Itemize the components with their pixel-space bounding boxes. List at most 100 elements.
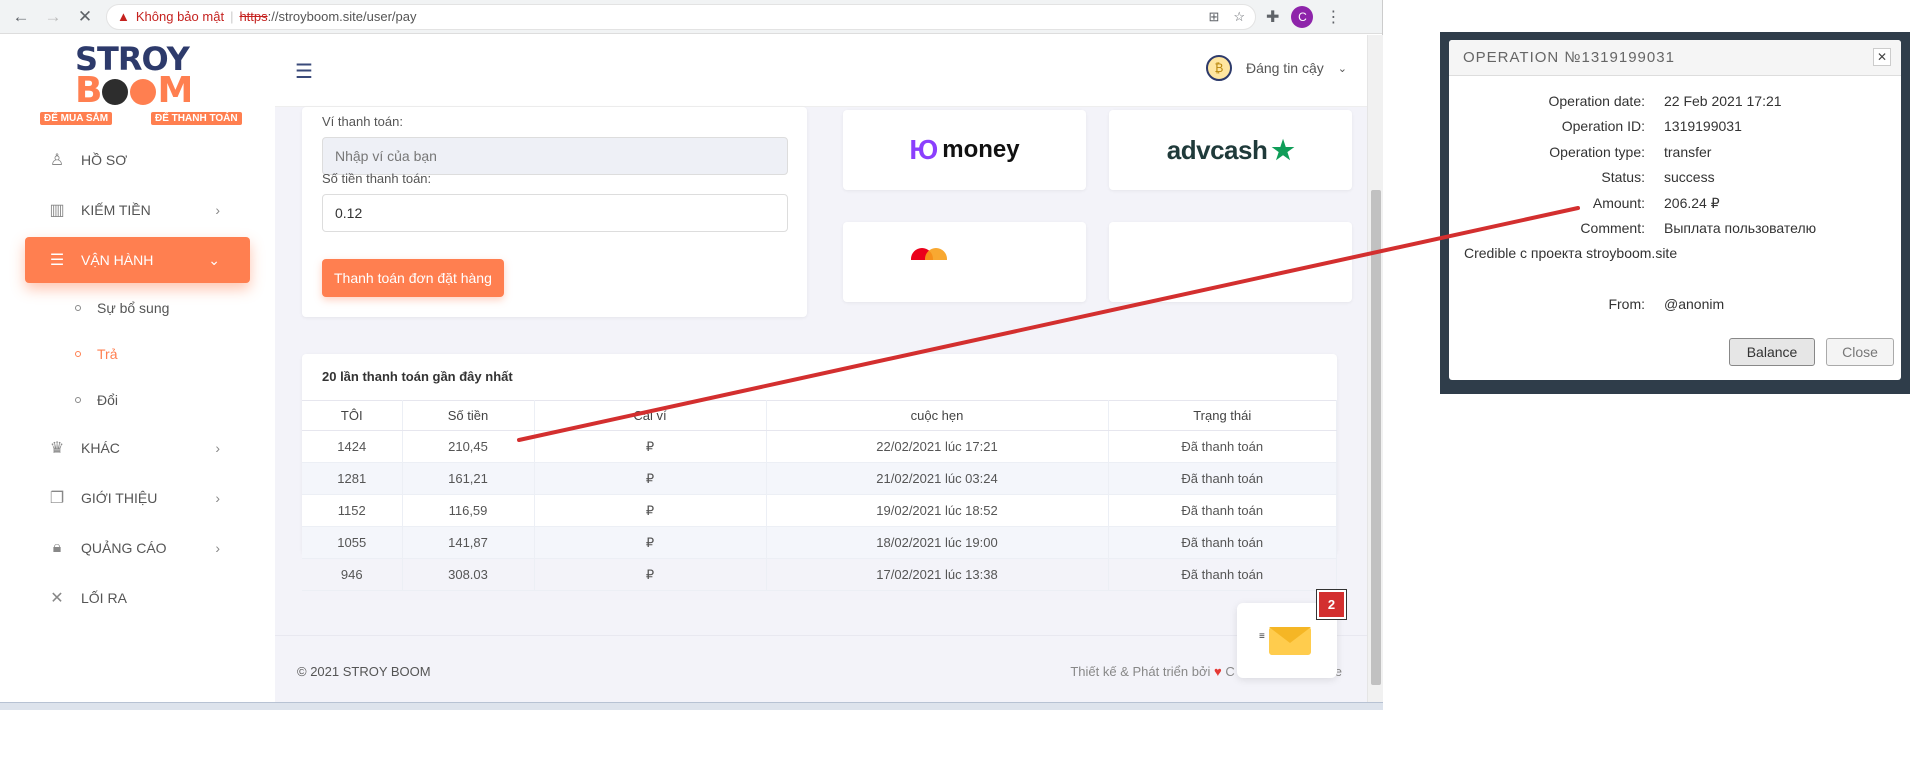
table-row: 946 308.03 ₽ 17/02/2021 lúc 13:38 Đã tha…	[302, 558, 1337, 591]
chevron-right-icon: ›	[215, 440, 220, 456]
cell-amount: 161,21	[402, 462, 535, 495]
sidebar-item-label: VẬN HÀNH	[81, 252, 154, 268]
address-actions: ⊞ ☆	[1208, 9, 1245, 25]
yoomoney-mark: Ю	[909, 134, 938, 165]
chart-icon: ▥	[49, 202, 65, 219]
cell-status: Đã thanh toán	[1108, 558, 1337, 591]
amount-input[interactable]: 0.12	[322, 194, 788, 232]
close-button[interactable]: Close	[1826, 338, 1894, 366]
dialog-close-icon[interactable]: ✕	[1873, 48, 1891, 66]
wallet-label: Ví thanh toán:	[322, 114, 403, 129]
scrollbar-thumb[interactable]	[1371, 190, 1381, 685]
page-scrollbar[interactable]	[1367, 35, 1383, 703]
bullet-icon	[75, 397, 81, 403]
crown-icon: ♛	[49, 440, 65, 457]
insecure-label: Không bảo mật	[135, 9, 225, 24]
hamburger-menu-icon[interactable]: ☰	[295, 59, 313, 84]
cell-date: 17/02/2021 lúc 13:38	[766, 558, 1109, 591]
cell-id: 1152	[302, 494, 403, 527]
table-row: 1055 141,87 ₽ 18/02/2021 lúc 19:00 Đã th…	[302, 526, 1337, 559]
payment-method-empty[interactable]	[1109, 222, 1352, 302]
sidebar-item-label: KHÁC	[81, 440, 120, 456]
footer-copyright: © 2021 STROY BOOM	[297, 664, 431, 679]
cell-date: 18/02/2021 lúc 19:00	[766, 526, 1109, 559]
sidebar-item-referral[interactable]: ❐ GIỚI THIỆU ›	[25, 473, 250, 523]
column-header-wallet: Cái ví	[534, 400, 767, 431]
logo-tag-payment: ĐỂ THANH TOÁN	[151, 112, 242, 125]
mastercard-icon	[911, 248, 951, 260]
column-header-id: TÔI	[302, 400, 403, 431]
sidebar-item-ads[interactable]: 🔒︎ QUẢNG CÁO ›	[25, 523, 250, 573]
translate-icon[interactable]: ⊞	[1208, 9, 1219, 25]
cell-amount: 308.03	[402, 558, 535, 591]
submenu-item-label: Đổi	[97, 392, 119, 408]
speed-lines-icon: ≡	[1259, 631, 1265, 642]
submenu-item-exchange[interactable]: Đổi	[25, 377, 250, 423]
wallet-input[interactable]: Nhập ví của bạn	[322, 137, 788, 175]
cell-wallet: ₽	[534, 462, 767, 495]
dialog-field-status: Status: success	[1601, 169, 1715, 185]
cell-status: Đã thanh toán	[1108, 462, 1337, 495]
table-header-row: TÔI Số tiền Cái ví cuộc hẹn Trạng thái	[302, 400, 1337, 431]
cell-status: Đã thanh toán	[1108, 494, 1337, 527]
sidebar-item-label: LỐI RA	[81, 590, 127, 606]
cell-id: 1424	[302, 430, 403, 463]
sidebar-item-profile[interactable]: ♙ HỒ SƠ	[25, 135, 250, 185]
heart-icon: ♥	[1214, 664, 1222, 679]
cell-date: 21/02/2021 lúc 03:24	[766, 462, 1109, 495]
browser-toolbar: ← → ✕ ▲ Không bảo mật | https://stroyboo…	[0, 0, 1382, 34]
sidebar-menu: ♙ HỒ SƠ ▥ KIẾM TIỀN › ☰ VẬN HÀNH ⌄ Sự bổ…	[25, 135, 250, 623]
chevron-right-icon: ›	[215, 202, 220, 218]
payment-method-yoomoney[interactable]: Ю money	[843, 110, 1086, 190]
submenu-item-pay[interactable]: Trả	[25, 331, 250, 377]
cell-wallet: ₽	[534, 526, 767, 559]
column-header-amount: Số tiền	[402, 400, 535, 431]
more-menu-icon[interactable]: ⋮	[1325, 7, 1341, 27]
logo-tag-shopping: ĐỂ MUA SẮM	[40, 112, 113, 125]
sidebar-item-operations[interactable]: ☰ VẬN HÀNH ⌄	[25, 237, 250, 283]
column-header-date: cuộc hẹn	[766, 400, 1109, 431]
sidebar-item-other[interactable]: ♛ KHÁC ›	[25, 423, 250, 473]
address-divider: |	[230, 9, 234, 24]
main-content: Ví thanh toán: Nhập ví của bạn Số tiền t…	[275, 107, 1367, 703]
dialog-field-date: Operation date: 22 Feb 2021 17:21	[1548, 93, 1782, 109]
cell-date: 19/02/2021 lúc 18:52	[766, 494, 1109, 527]
cell-wallet: ₽	[534, 558, 767, 591]
address-bar[interactable]: ▲ Không bảo mật | https://stroyboom.site…	[106, 3, 1256, 30]
stroyboom-logo[interactable]: STROY BM ĐỂ MUA SẮM ĐỂ THANH TOÁN	[40, 40, 250, 125]
stop-loading-icon[interactable]: ✕	[74, 6, 96, 28]
cell-wallet: ₽	[534, 494, 767, 527]
cell-id: 1281	[302, 462, 403, 495]
forward-icon[interactable]: →	[42, 6, 64, 28]
sidebar-item-earn[interactable]: ▥ KIẾM TIỀN ›	[25, 185, 250, 235]
user-menu[interactable]: ₿ Đáng tin cậy ⌄	[1205, 55, 1347, 81]
back-icon[interactable]: ←	[10, 6, 32, 28]
dialog-field-from: From: @anonim	[1608, 296, 1725, 312]
payment-method-advcash[interactable]: advcash ★	[1109, 110, 1352, 190]
advcash-logo: advcash ★	[1166, 134, 1295, 165]
payment-form-card: Ví thanh toán: Nhập ví của bạn Số tiền t…	[302, 107, 807, 317]
profile-avatar[interactable]: C	[1291, 5, 1314, 28]
sidebar-item-label: KIẾM TIỀN	[81, 202, 151, 218]
column-header-status: Trạng thái	[1108, 400, 1337, 431]
chevron-right-icon: ›	[215, 490, 220, 506]
database-icon: ☰	[49, 252, 65, 269]
cell-status: Đã thanh toán	[1108, 526, 1337, 559]
history-table: TÔI Số tiền Cái ví cuộc hẹn Trạng thái 1…	[302, 400, 1337, 591]
payment-history-card: 20 lần thanh toán gần đây nhất TÔI Số ti…	[302, 354, 1337, 591]
table-row: 1424 210,45 ₽ 22/02/2021 lúc 17:21 Đã th…	[302, 430, 1337, 463]
puzzle-icon[interactable]: ✚	[1266, 7, 1279, 27]
copy-icon: ❐	[49, 490, 65, 507]
notification-badge: 2	[1317, 590, 1346, 619]
submenu-item-deposit[interactable]: Sự bổ sung	[25, 285, 250, 331]
dialog-comment-continued: Credible с проекта stroyboom.site	[1464, 245, 1678, 261]
cell-id: 946	[302, 558, 403, 591]
close-icon: ✕	[50, 590, 64, 607]
sidebar-item-logout[interactable]: ✕ LỐI RA	[25, 573, 250, 623]
url-text: https://stroyboom.site/user/pay	[239, 9, 417, 24]
payment-method-mastercard[interactable]	[843, 222, 1086, 302]
pay-order-button[interactable]: Thanh toán đơn đặt hàng	[322, 259, 504, 297]
star-icon[interactable]: ☆	[1233, 9, 1245, 25]
os-taskbar-strip	[0, 702, 1383, 710]
balance-button[interactable]: Balance	[1729, 338, 1815, 366]
